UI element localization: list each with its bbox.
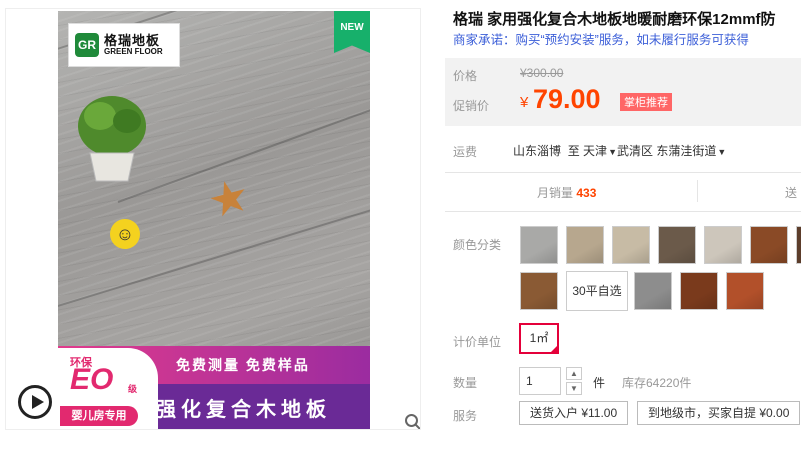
product-title: 格瑞 家用强化复合木地板地暖耐磨环保12mmf防: [453, 11, 776, 28]
ship-city-select[interactable]: 天津▼: [583, 144, 617, 158]
play-video-icon[interactable]: [18, 385, 52, 419]
ship-from: 山东淄博: [513, 144, 562, 158]
quantity-unit: 件: [593, 376, 606, 390]
color-swatch[interactable]: [704, 226, 742, 264]
stats-bar: [445, 172, 801, 212]
color-swatch[interactable]: [750, 226, 788, 264]
ship-to-prefix: 至: [567, 144, 580, 158]
color-swatch[interactable]: [726, 272, 764, 310]
sales-value: 433: [576, 186, 597, 200]
unit-option[interactable]: 1㎡: [519, 323, 559, 354]
service-label: 服务: [453, 409, 478, 423]
promo-price-label: 促销价: [453, 99, 490, 113]
ship-street: 东蒲洼街道: [656, 144, 717, 158]
service-option-pickup[interactable]: 到地级市，买家自提 ¥0.00: [637, 401, 801, 425]
chevron-down-icon: ▼: [608, 147, 617, 157]
brand-name-cn: 格瑞地板: [104, 32, 161, 48]
starfish-icon: ★: [201, 167, 256, 229]
banner-free-text: 免费测量 免费样品: [176, 357, 310, 373]
stats-more: 送: [785, 186, 798, 200]
ship-city: 天津: [583, 144, 608, 158]
sales-label: 月销量: [537, 186, 574, 200]
color-swatch[interactable]: [520, 272, 558, 310]
shipping-label: 运费: [453, 145, 478, 159]
color-swatch[interactable]: [520, 226, 558, 264]
currency-symbol: ¥: [520, 94, 529, 111]
unit-label: 计价单位: [453, 335, 502, 349]
quantity-increase-icon[interactable]: ▲: [566, 367, 582, 380]
smiley-icon: ☺: [110, 219, 140, 249]
stats-divider: [697, 180, 698, 202]
merchant-promise-link[interactable]: 商家承诺：购买“预约安装”服务，如未履行服务可获得: [453, 29, 749, 48]
color-swatch[interactable]: [658, 226, 696, 264]
color-swatch[interactable]: [680, 272, 718, 310]
stock-count: 库存64220件: [622, 376, 692, 390]
main-product-image[interactable]: GR 格瑞地板 GREEN FLOOR NEW ★ ☺ 环保 EO 级 婴儿房专: [5, 8, 421, 430]
quantity-decrease-icon[interactable]: ▼: [566, 382, 582, 395]
product-gallery: GR 格瑞地板 GREEN FLOOR NEW ★ ☺ 环保 EO 级 婴儿房专: [0, 0, 430, 450]
eco-grade: EO: [70, 363, 114, 396]
price-panel: [445, 58, 801, 126]
color-swatch[interactable]: [634, 272, 672, 310]
ship-district-select[interactable]: 武清区: [617, 144, 653, 158]
quantity-label: 数量: [453, 376, 478, 390]
brand-logo-icon: GR: [75, 33, 99, 57]
promo-tag: 掌柜推荐: [620, 93, 672, 111]
brand-name-en: GREEN FLOOR: [104, 46, 163, 56]
color-label: 颜色分类: [453, 238, 502, 252]
color-option-custom[interactable]: 30平自选: [566, 271, 628, 311]
shipping-info: 山东淄博 至 天津▼武清区 东蒲洼街道▼: [513, 142, 726, 159]
eco-baby-label: 婴儿房专用: [60, 406, 138, 426]
chevron-down-icon: ▼: [717, 147, 727, 157]
price-label: 价格: [453, 69, 478, 83]
quantity-input[interactable]: 1: [519, 367, 561, 395]
banner-main-text: 强化复合木地板: [156, 399, 331, 421]
new-badge: NEW: [334, 11, 370, 53]
service-option-delivery[interactable]: 送货入户 ¥11.00: [519, 401, 629, 425]
brand-logo: GR 格瑞地板 GREEN FLOOR: [68, 23, 180, 67]
monthly-sales: 月销量 433: [537, 184, 596, 201]
color-swatch[interactable]: [796, 226, 801, 264]
floor-photo: GR 格瑞地板 GREEN FLOOR NEW ★ ☺ 环保 EO 级 婴儿房专: [58, 11, 370, 429]
original-price: ¥300.00: [520, 66, 564, 80]
eco-level: 级: [128, 384, 138, 394]
potted-plant-icon: [78, 96, 146, 182]
ship-district: 武清区: [616, 144, 653, 158]
promo-price: 79.00: [533, 84, 601, 114]
product-info: 格瑞 家用强化复合木地板地暖耐磨环保12mmf防 商家承诺：购买“预约安装”服务…: [445, 0, 801, 450]
ship-street-select[interactable]: 东蒲洼街道▼: [656, 144, 726, 158]
color-swatch[interactable]: [566, 226, 604, 264]
zoom-search-icon[interactable]: [404, 413, 421, 430]
color-swatch[interactable]: [612, 226, 650, 264]
